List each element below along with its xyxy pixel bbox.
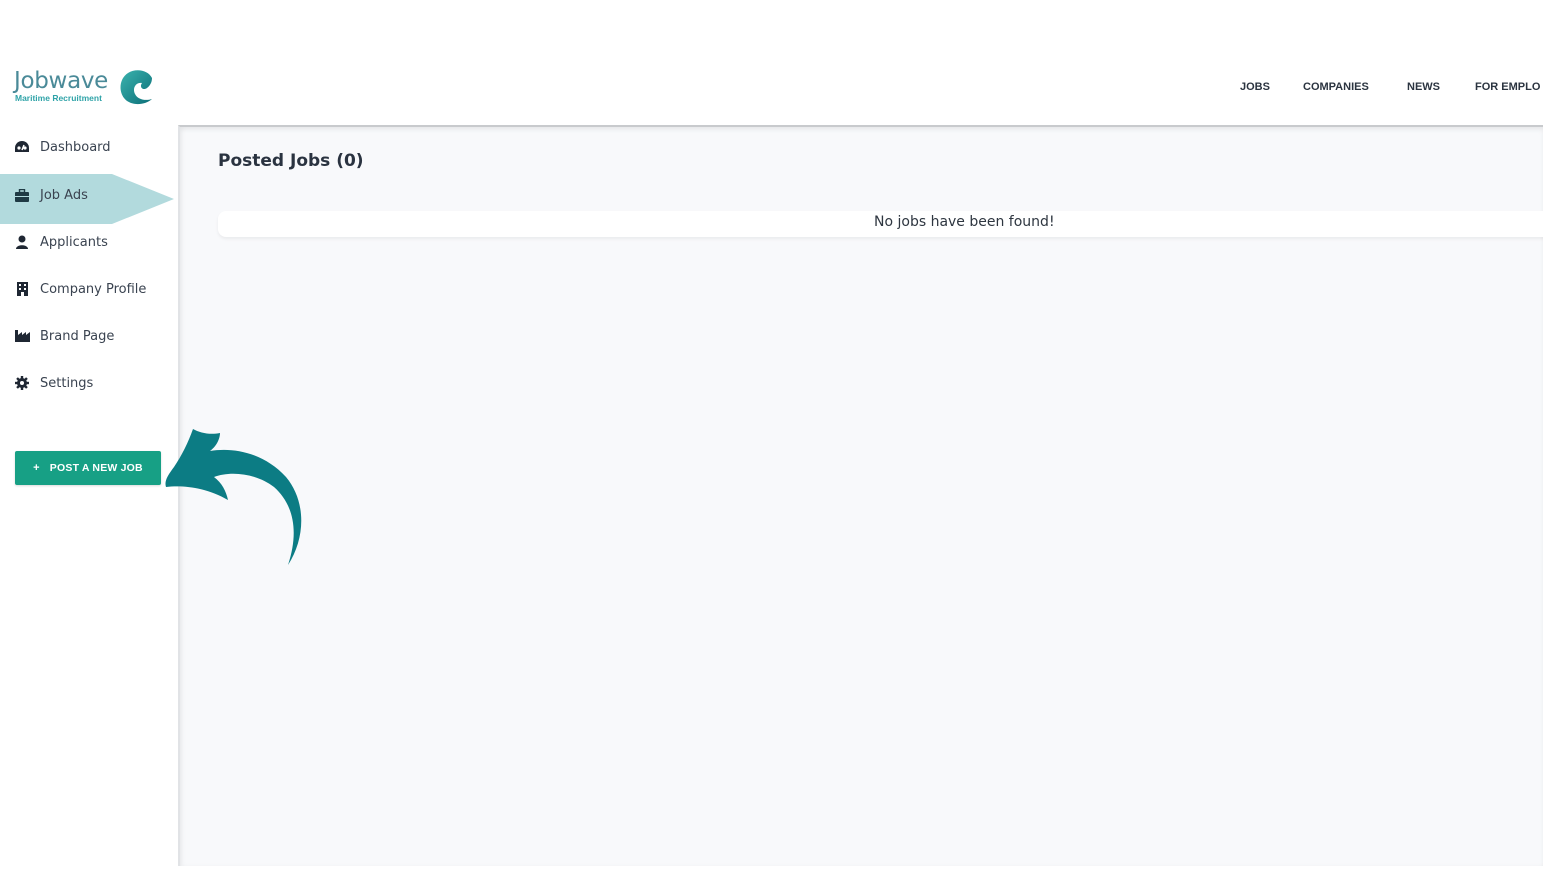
industry-icon — [14, 328, 30, 344]
building-icon — [14, 281, 30, 297]
briefcase-icon — [14, 187, 30, 203]
sidebar-item-applicants[interactable]: Applicants — [0, 219, 178, 265]
sidebar-item-label: Job Ads — [40, 187, 88, 203]
post-new-job-label: POST A NEW JOB — [49, 462, 143, 474]
page-title: Posted Jobs (0) — [218, 151, 364, 171]
post-new-job-button[interactable]: + POST A NEW JOB — [15, 451, 161, 485]
nav-companies[interactable]: COMPANIES — [1303, 81, 1369, 93]
plus-icon: + — [33, 462, 40, 474]
sidebar-item-dashboard[interactable]: Dashboard — [0, 124, 178, 170]
dashboard-gauge-icon — [14, 139, 30, 155]
sidebar-item-label: Dashboard — [40, 139, 111, 155]
sidebar-item-label: Settings — [40, 375, 94, 391]
sidebar-item-label: Brand Page — [40, 328, 115, 344]
wave-logo-icon — [120, 70, 152, 105]
nav-news[interactable]: NEWS — [1407, 81, 1440, 93]
gear-icon — [14, 375, 30, 391]
brand-logo[interactable]: Jobwave Maritime Recruitment — [14, 68, 154, 108]
sidebar-item-settings[interactable]: Settings — [0, 360, 178, 406]
main-content: Posted Jobs (0) No jobs have been found! — [178, 125, 1543, 866]
nav-for-employers[interactable]: FOR EMPLO — [1475, 81, 1540, 93]
sidebar-item-label: Company Profile — [40, 281, 147, 297]
sidebar-item-company-profile[interactable]: Company Profile — [0, 266, 178, 312]
empty-state-message: No jobs have been found! — [874, 214, 1055, 230]
brand-name: Jobwave — [14, 68, 109, 94]
sidebar: Dashboard Job Ads Applicants Company Pro… — [0, 126, 178, 870]
page: Jobwave Maritime Recruitment JOBS COMPAN… — [0, 0, 1543, 870]
sidebar-item-brand-page[interactable]: Brand Page — [0, 313, 178, 359]
empty-state-card: No jobs have been found! — [218, 211, 1543, 237]
sidebar-item-label: Applicants — [40, 234, 108, 250]
sidebar-item-job-ads[interactable]: Job Ads — [0, 172, 178, 218]
brand-tagline: Maritime Recruitment — [15, 93, 102, 103]
user-icon — [14, 234, 30, 250]
nav-jobs[interactable]: JOBS — [1240, 81, 1270, 93]
